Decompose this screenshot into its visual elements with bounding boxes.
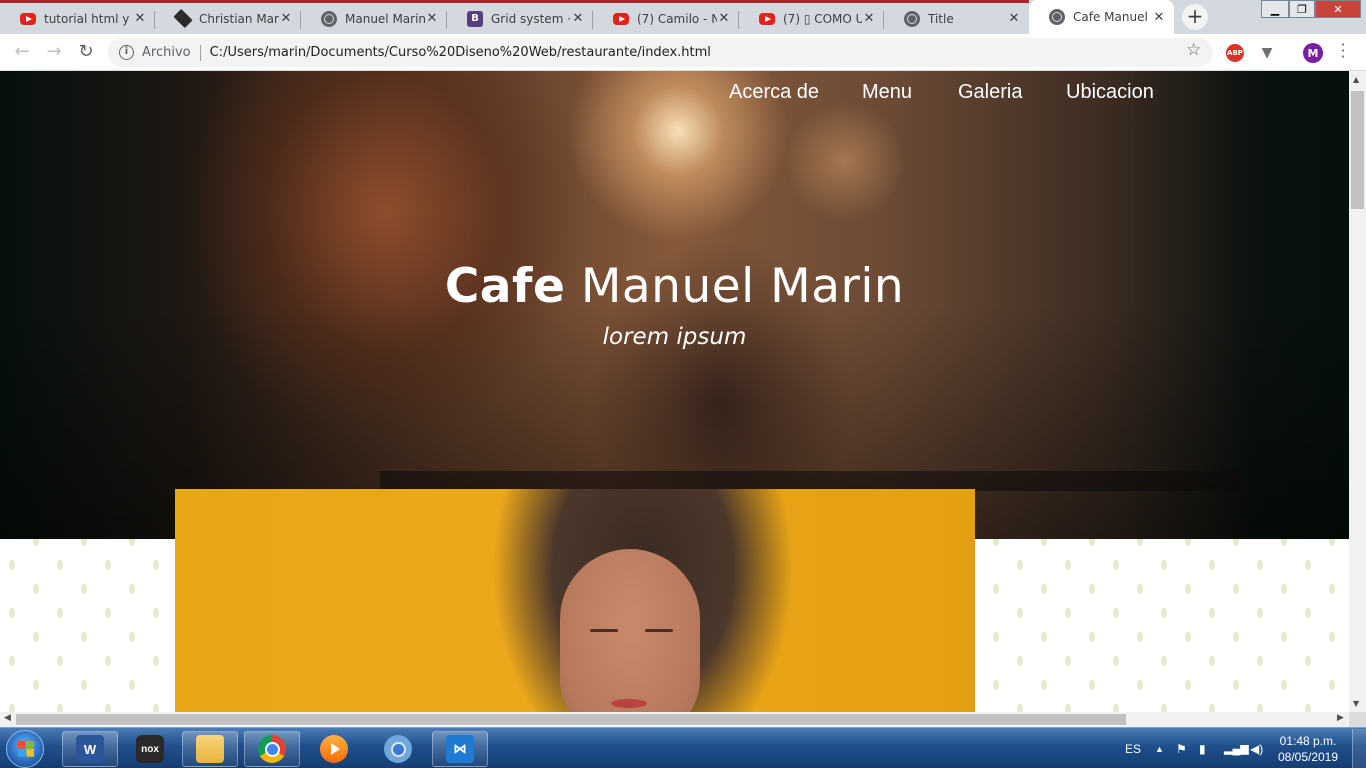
taskbar-media-player[interactable]: [306, 731, 362, 767]
tab-cafe-manuel[interactable]: Cafe Manuel ✕: [1029, 0, 1174, 34]
site-nav: Acerca de Menu Galeria Ubicacion: [0, 81, 1349, 107]
media-player-icon: [320, 735, 348, 763]
close-tab-icon[interactable]: ✕: [425, 11, 439, 26]
taskbar-chrome[interactable]: [244, 731, 300, 767]
maximize-button[interactable]: ❐: [1289, 0, 1315, 18]
youtube-icon: [20, 12, 36, 25]
tab-title: (7) Camilo - No: [637, 11, 717, 26]
address-bar[interactable]: i Archivo C:/Users/marin/Documents/Curso…: [108, 38, 1213, 67]
back-icon[interactable]: ←: [10, 41, 34, 65]
hero-banner: Acerca de Menu Galeria Ubicacion Cafe Ma…: [0, 71, 1349, 539]
url-text[interactable]: C:/Users/marin/Documents/Curso%20Diseno%…: [210, 45, 711, 60]
tab-como-un[interactable]: (7) ▯ COMO UN ✕: [739, 0, 884, 34]
clock-date: 08/05/2019: [1277, 750, 1339, 764]
taskbar-vscode[interactable]: ⋈: [432, 731, 488, 767]
youtube-icon: [759, 12, 775, 25]
taskbar-chrome-canary[interactable]: [370, 731, 426, 767]
power-icon[interactable]: ▮: [1199, 728, 1206, 768]
clock-time: 01:48 p.m.: [1279, 734, 1337, 748]
close-tab-icon[interactable]: ✕: [571, 11, 585, 26]
forward-icon[interactable]: →: [42, 41, 66, 65]
tab-title: (7) ▯ COMO UN: [783, 11, 862, 26]
globe-icon: [321, 10, 337, 27]
tab-title: Grid system · Bo: [491, 11, 571, 26]
page-title: Cafe Manuel Marin: [0, 259, 1349, 314]
adblock-icon[interactable]: ABP: [1226, 44, 1244, 62]
vertical-scroll-thumb[interactable]: [1351, 91, 1364, 209]
extension-v-icon[interactable]: ▼: [1258, 44, 1276, 62]
browser-toolbar: ← → ↻ i Archivo C:/Users/marin/Documents…: [0, 34, 1366, 71]
volume-icon[interactable]: ◀): [1250, 728, 1263, 768]
nav-link-menu[interactable]: Menu: [862, 81, 912, 104]
tab-strip: tutorial html y c ✕ Christian Marin ✕ Ma…: [0, 0, 1366, 34]
reload-icon[interactable]: ↻: [74, 41, 98, 65]
show-desktop-button[interactable]: [1352, 729, 1366, 768]
language-indicator[interactable]: ES: [1125, 728, 1141, 768]
horizontal-scrollbar[interactable]: ◀ ▶: [0, 712, 1349, 727]
nav-link-acerca-de[interactable]: Acerca de: [729, 81, 819, 104]
scheme-label: Archivo: [142, 45, 191, 60]
tab-title: Title: [928, 11, 954, 26]
bookmark-star-icon[interactable]: ☆: [1186, 40, 1201, 60]
close-tab-icon[interactable]: ✕: [279, 11, 293, 26]
tab-manuel-marin[interactable]: Manuel Marin A ✕: [301, 0, 447, 34]
new-tab-button[interactable]: +: [1182, 4, 1208, 30]
page-subtitle: lorem ipsum: [602, 324, 747, 350]
taskbar-nox[interactable]: nox: [122, 731, 178, 767]
vertical-scrollbar[interactable]: ▲ ▼: [1349, 71, 1366, 712]
tab-grid-system[interactable]: B Grid system · Bo ✕: [447, 0, 593, 34]
system-clock[interactable]: 01:48 p.m. 08/05/2019: [1268, 733, 1348, 765]
page-viewport: Acerca de Menu Galeria Ubicacion Cafe Ma…: [0, 71, 1349, 712]
tab-tutorial-html[interactable]: tutorial html y c ✕: [0, 0, 155, 34]
info-icon[interactable]: i: [119, 45, 134, 60]
tab-christian-marin[interactable]: Christian Marin ✕: [155, 0, 301, 34]
word-icon: W: [76, 735, 104, 763]
close-tab-icon[interactable]: ✕: [1152, 10, 1166, 25]
tab-title: Manuel Marin A: [345, 11, 425, 26]
file-explorer-icon: [196, 735, 224, 763]
globe-icon: [904, 10, 920, 27]
chrome-canary-icon: [384, 735, 412, 763]
start-button[interactable]: [6, 730, 44, 768]
title-bold: Cafe: [444, 259, 566, 314]
feature-image: [175, 489, 975, 712]
bootstrap-icon: B: [467, 10, 483, 27]
scroll-right-icon[interactable]: ▶: [1337, 713, 1344, 723]
youtube-icon: [613, 12, 629, 25]
taskbar-word[interactable]: W: [62, 731, 118, 767]
scroll-up-icon[interactable]: ▲: [1353, 75, 1359, 84]
tab-title: Cafe Manuel: [1073, 10, 1148, 24]
scroll-down-icon[interactable]: ▼: [1353, 699, 1359, 708]
nav-link-ubicacion[interactable]: Ubicacion: [1066, 81, 1154, 104]
close-tab-icon[interactable]: ✕: [133, 11, 147, 26]
title-rest: Manuel Marin: [580, 259, 905, 314]
vscode-icon: ⋈: [446, 735, 474, 763]
chrome-icon: [258, 735, 286, 763]
tab-title: tutorial html y c: [44, 11, 133, 26]
network-icon[interactable]: ▂▄▆: [1224, 728, 1249, 768]
close-tab-icon[interactable]: ✕: [717, 11, 731, 26]
tab-title: Christian Marin: [199, 11, 279, 26]
profile-avatar[interactable]: M: [1303, 43, 1323, 63]
close-tab-icon[interactable]: ✕: [862, 11, 876, 26]
close-tab-icon[interactable]: ✕: [1007, 11, 1021, 26]
scroll-left-icon[interactable]: ◀: [4, 713, 11, 723]
nav-link-galeria[interactable]: Galeria: [958, 81, 1022, 104]
tray-expand-icon[interactable]: ▲: [1155, 728, 1164, 768]
action-center-icon[interactable]: ⚑: [1176, 728, 1187, 768]
more-menu-icon[interactable]: · · ·: [1338, 37, 1348, 65]
codepen-icon: [173, 8, 193, 29]
horizontal-scroll-thumb[interactable]: [16, 714, 1126, 725]
tab-camilo[interactable]: (7) Camilo - No ✕: [593, 0, 739, 34]
tab-title-page[interactable]: Title ✕: [884, 0, 1029, 34]
globe-icon: [1049, 9, 1065, 25]
minimize-button[interactable]: ▁: [1261, 0, 1289, 18]
windows-taskbar: W nox ⋈ ES ▲ ⚑ ▮ ▂▄▆ ◀) 01:48 p.m. 08/05…: [0, 727, 1366, 768]
nox-icon: nox: [136, 735, 164, 763]
close-window-button[interactable]: ✕: [1315, 0, 1361, 18]
taskbar-explorer[interactable]: [182, 731, 238, 767]
